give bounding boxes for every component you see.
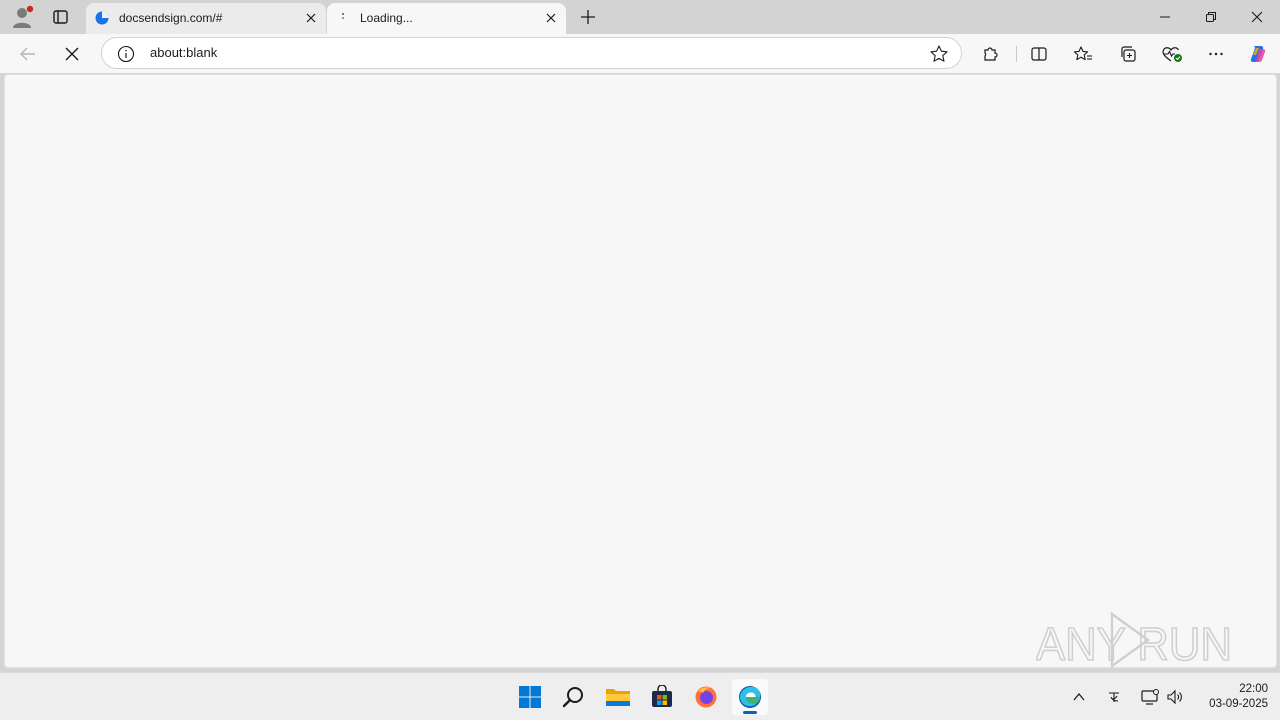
chevron-up-icon [1073,692,1085,701]
browser-essentials-button[interactable] [1158,40,1186,68]
address-bar[interactable] [101,37,962,69]
minimize-button[interactable] [1142,0,1188,34]
more-dots-icon [1209,52,1223,56]
volume-button[interactable] [1163,685,1187,709]
url-input[interactable] [150,38,910,68]
tab-title: docsendsign.com/# [119,11,223,25]
anyrun-watermark: ANY RUN [1035,608,1236,672]
copilot-icon [1250,46,1266,62]
collections-icon [1121,46,1136,62]
page-content-area[interactable] [4,74,1277,668]
network-button[interactable] [1138,685,1162,709]
restore-button[interactable] [1188,0,1234,34]
new-tab-button[interactable] [576,5,600,29]
stop-loading-button[interactable] [58,40,86,68]
tab-loading[interactable]: Loading... [327,3,566,34]
back-button[interactable] [14,40,42,68]
favorite-star-icon[interactable] [929,44,949,64]
favorites-star-list-icon [1073,46,1092,61]
tab-docsendsign[interactable]: docsendsign.com/# [86,3,326,34]
firefox-button[interactable] [688,679,724,715]
search-icon [562,687,583,708]
system-clock[interactable]: 22:00 03-09-2025 [1192,682,1268,712]
input-language-button[interactable] [1102,685,1126,709]
svg-text:ANY RUN: ANY RUN [1036,618,1232,670]
plus-icon [581,10,595,24]
vertical-tabs-icon [53,10,68,24]
heart-pulse-icon [1162,47,1182,62]
loading-spinner-icon [336,11,350,25]
puzzle-icon [984,47,998,61]
close-tab-icon[interactable] [302,9,320,27]
profile-icon [13,5,34,28]
file-explorer-button[interactable] [600,679,636,715]
copilot-button[interactable] [1244,40,1272,68]
toolbar-separator [1016,46,1017,62]
active-app-indicator [743,711,757,714]
store-icon [652,685,672,707]
tab-title: Loading... [360,11,413,25]
anyrun-logo-icon: ANY RUN [1035,611,1233,671]
tab-strip: docsendsign.com/# Loading... [0,0,1280,34]
profile-button[interactable] [8,4,36,30]
info-icon[interactable] [117,45,135,63]
settings-more-button[interactable] [1202,40,1230,68]
clock-time: 22:00 [1239,683,1268,695]
show-hidden-icons-button[interactable] [1067,685,1091,709]
restore-icon [1206,12,1216,22]
close-window-button[interactable] [1234,0,1280,34]
tab-actions-button[interactable] [47,5,73,29]
windows-start-icon [519,686,541,708]
split-screen-button[interactable] [1025,40,1053,68]
language-keyboard-icon [1109,692,1119,702]
edge-button[interactable] [732,679,768,715]
back-arrow-icon [20,47,35,61]
globe-favicon-icon [95,11,109,25]
edge-icon [739,686,761,708]
minimize-icon [1160,16,1170,18]
clock-date: 03-09-2025 [1209,698,1268,710]
close-icon [1251,11,1263,23]
close-tab-icon[interactable] [542,9,560,27]
split-screen-icon [1031,47,1047,61]
speaker-icon [1167,689,1182,705]
collections-button[interactable] [1114,40,1142,68]
navigation-toolbar [0,34,1280,73]
windows-taskbar: 22:00 03-09-2025 [0,672,1280,720]
favorites-button[interactable] [1069,40,1097,68]
microsoft-store-button[interactable] [644,679,680,715]
extensions-button[interactable] [977,40,1005,68]
network-icon [1141,689,1159,705]
file-explorer-icon [606,689,630,706]
taskbar-search-button[interactable] [556,679,592,715]
start-button[interactable] [512,679,548,715]
stop-icon [65,47,79,61]
firefox-icon [695,686,717,708]
